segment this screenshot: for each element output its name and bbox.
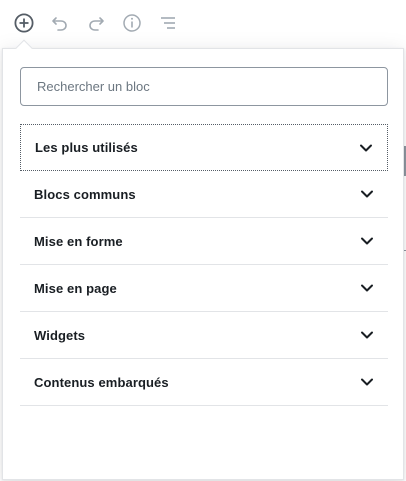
block-search-input[interactable]: [20, 67, 388, 106]
list-outline-icon: [161, 17, 175, 29]
panel-formatting[interactable]: Mise en forme: [20, 218, 388, 265]
block-category-panels: Les plus utilisés Blocs communs Mise en …: [20, 124, 388, 406]
panel-layout[interactable]: Mise en page: [20, 265, 388, 312]
panel-label: Mise en forme: [34, 233, 123, 249]
info-icon: [123, 14, 141, 32]
panel-embeds[interactable]: Contenus embarqués: [20, 359, 388, 406]
panel-label: Widgets: [34, 327, 86, 343]
chevron-down-icon: [361, 190, 373, 198]
chevron-down-icon: [361, 331, 373, 339]
header-toolbar: [0, 0, 406, 46]
redo-icon: [89, 17, 104, 31]
chevron-down-icon: [361, 378, 373, 386]
content-info-button[interactable]: [120, 11, 144, 35]
panel-label: Mise en page: [34, 280, 117, 296]
redo-button[interactable]: [84, 11, 108, 35]
undo-icon: [52, 17, 67, 31]
panel-label: Blocs communs: [34, 186, 136, 202]
block-navigation-button[interactable]: [156, 11, 180, 35]
chevron-down-icon: [361, 237, 373, 245]
chevron-down-icon: [361, 284, 373, 292]
editor-page: Les plus utilisés Blocs communs Mise en …: [0, 0, 406, 481]
block-inserter-popover: Les plus utilisés Blocs communs Mise en …: [2, 39, 404, 480]
panel-label: Les plus utilisés: [35, 140, 138, 155]
block-search: [20, 67, 388, 106]
undo-button[interactable]: [48, 11, 72, 35]
add-block-button[interactable]: [12, 11, 36, 35]
plus-circle-icon: [14, 13, 34, 33]
panel-common-blocks[interactable]: Blocs communs: [20, 171, 388, 218]
panel-widgets[interactable]: Widgets: [20, 312, 388, 359]
chevron-down-icon: [360, 144, 372, 151]
panel-most-used[interactable]: Les plus utilisés: [20, 124, 388, 171]
panel-label: Contenus embarqués: [34, 374, 169, 390]
